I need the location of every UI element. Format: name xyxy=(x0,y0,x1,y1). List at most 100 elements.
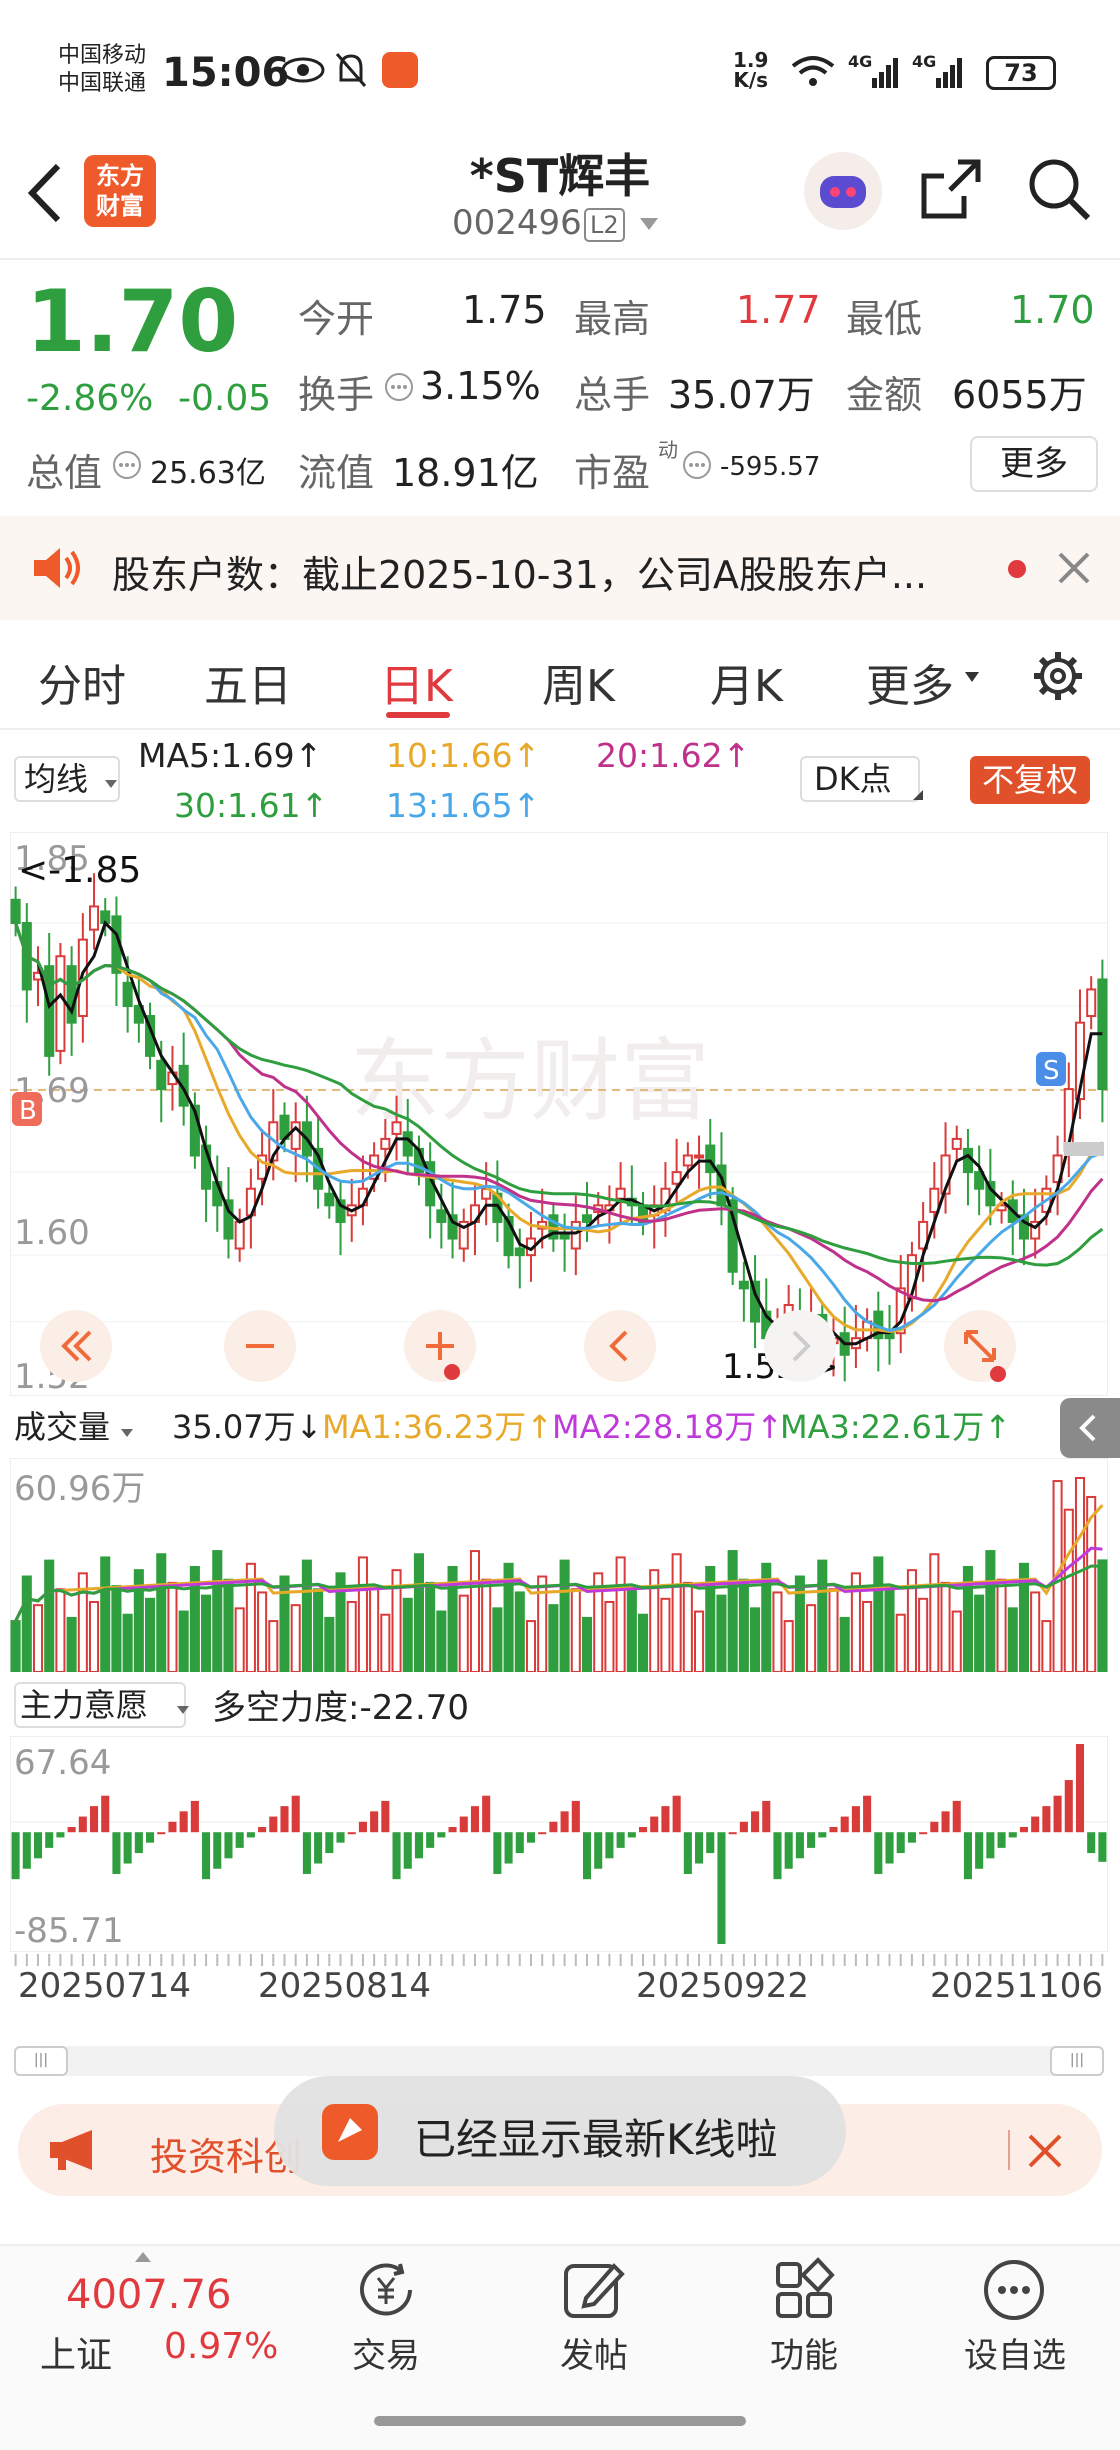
notice-text[interactable]: 股东户数：截止2025-10-31，公司A股股东户... xyxy=(112,544,927,599)
ma13-label: 13:1.65↑ xyxy=(386,786,541,825)
scroll-right-button[interactable] xyxy=(764,1310,836,1382)
force-bar xyxy=(202,1832,211,1880)
force-bar xyxy=(22,1832,31,1869)
more-quote-button[interactable]: 更多 xyxy=(970,436,1098,492)
corner-triangle-icon xyxy=(912,786,924,805)
force-bar xyxy=(392,1832,401,1880)
info-dots-icon[interactable] xyxy=(112,450,142,484)
index-value[interactable]: 4007.76 xyxy=(66,2272,231,2318)
last-price: 1.70 xyxy=(26,272,239,372)
search-icon[interactable] xyxy=(1026,156,1092,226)
volume-bar xyxy=(682,1581,693,1672)
volume-bar xyxy=(32,1604,44,1672)
nav-trade[interactable]: 交易 xyxy=(340,2328,432,2377)
force-chart[interactable]: 67.64 -85.71 xyxy=(10,1736,1108,1952)
close-icon[interactable] xyxy=(1056,550,1092,590)
candle-body xyxy=(615,1187,626,1200)
function-grid-icon[interactable] xyxy=(770,2256,838,2328)
force-selector-label: 主力意愿 xyxy=(20,1686,149,1724)
force-bar xyxy=(840,1816,849,1833)
force-bar xyxy=(751,1811,760,1833)
force-bar xyxy=(448,1826,457,1833)
force-bar xyxy=(650,1816,659,1833)
app-logo-icon xyxy=(322,2104,378,2160)
force-bar xyxy=(549,1821,558,1833)
candle-body xyxy=(581,1214,593,1223)
nav-add-watchlist[interactable]: 设自选 xyxy=(950,2328,1080,2377)
force-bar xyxy=(661,1806,670,1833)
volume-selector-label: 成交量 xyxy=(14,1408,111,1446)
range-slider-track[interactable] xyxy=(14,2046,1104,2076)
share-icon[interactable] xyxy=(918,156,984,226)
info-dots-icon[interactable] xyxy=(682,450,712,484)
volume-bar xyxy=(839,1616,850,1672)
fullscreen-button[interactable] xyxy=(944,1310,1016,1382)
caret-down-icon[interactable] xyxy=(638,216,660,236)
force-bar xyxy=(863,1795,872,1833)
tab-more[interactable]: 更多 xyxy=(866,650,954,714)
megaphone-icon xyxy=(46,2128,100,2176)
candle-body xyxy=(324,1192,335,1207)
pe-dynamic-sup: 动 xyxy=(658,438,678,462)
no-adjust-button[interactable]: 不复权 xyxy=(970,756,1091,804)
nav-function[interactable]: 功能 xyxy=(758,2328,850,2377)
net-speed: 1.9 K/s xyxy=(733,50,768,90)
force-bar xyxy=(291,1795,300,1833)
robot-assistant-icon[interactable] xyxy=(804,152,882,230)
force-bar xyxy=(605,1832,614,1859)
volume-ma3: MA3:22.61万↑ xyxy=(780,1408,1012,1446)
volume-bar xyxy=(772,1591,783,1672)
index-change[interactable]: 0.97% xyxy=(164,2326,278,2367)
post-edit-icon[interactable] xyxy=(560,2256,628,2328)
info-dots-icon[interactable] xyxy=(384,372,414,406)
zoom-in-button[interactable] xyxy=(404,1310,476,1382)
unread-dot xyxy=(1008,560,1026,578)
sell-marker-label: S xyxy=(1043,1056,1060,1086)
volume-bar xyxy=(884,1585,895,1672)
index-name[interactable]: 上证 xyxy=(40,2326,112,2378)
force-bar xyxy=(1075,1744,1085,1833)
nav-post[interactable]: 发帖 xyxy=(548,2328,640,2377)
gear-icon[interactable] xyxy=(1030,648,1086,708)
add-watch-icon[interactable] xyxy=(980,2256,1048,2328)
force-bar xyxy=(1042,1806,1051,1833)
force-bar xyxy=(134,1832,143,1854)
candle-body xyxy=(962,1147,973,1174)
candle-body xyxy=(738,1280,749,1290)
force-bar xyxy=(773,1832,782,1880)
scroll-left-fast-button[interactable] xyxy=(40,1310,112,1382)
force-bar xyxy=(403,1832,412,1869)
candle-body xyxy=(234,1220,245,1250)
speaker-icon xyxy=(30,544,82,596)
candle-body xyxy=(929,1187,940,1213)
range-slider-right-handle[interactable]: ||| xyxy=(1050,2046,1104,2076)
volume-bar xyxy=(313,1588,324,1672)
force-bar xyxy=(638,1826,648,1833)
zoom-out-button[interactable] xyxy=(224,1310,296,1382)
close-icon[interactable] xyxy=(1026,2132,1064,2174)
mute-bell-icon xyxy=(333,50,369,94)
amount-value: 6055万 xyxy=(952,373,1087,417)
volume-bar xyxy=(862,1600,873,1672)
volume-bar xyxy=(637,1613,649,1672)
ma20-label: 20:1.62↑ xyxy=(596,736,751,775)
force-bar xyxy=(807,1832,816,1848)
signal-bars-2-icon xyxy=(914,56,964,94)
volume-chart[interactable]: 60.96万 xyxy=(10,1458,1108,1672)
level-badge[interactable]: L2 xyxy=(584,208,625,242)
volume-selector[interactable]: 成交量 xyxy=(14,1402,134,1448)
force-selector[interactable]: 主力意愿 xyxy=(14,1682,187,1728)
tab-intraday[interactable]: 分时 xyxy=(38,650,126,714)
tab-five-day[interactable]: 五日 xyxy=(204,650,292,714)
candle-body xyxy=(88,905,100,931)
collapse-panel-button[interactable] xyxy=(1060,1398,1120,1458)
tab-monthly-k[interactable]: 月K xyxy=(710,650,783,714)
dk-point-selector[interactable]: DK点 xyxy=(800,756,920,802)
force-bar xyxy=(470,1806,480,1833)
scroll-left-button[interactable] xyxy=(584,1310,656,1382)
candle-body xyxy=(436,1209,447,1223)
tab-daily-k[interactable]: 日K xyxy=(380,650,453,714)
tab-weekly-k[interactable]: 周K xyxy=(542,650,615,714)
range-slider-left-handle[interactable]: ||| xyxy=(14,2046,68,2076)
trade-yen-icon[interactable] xyxy=(352,2256,420,2328)
